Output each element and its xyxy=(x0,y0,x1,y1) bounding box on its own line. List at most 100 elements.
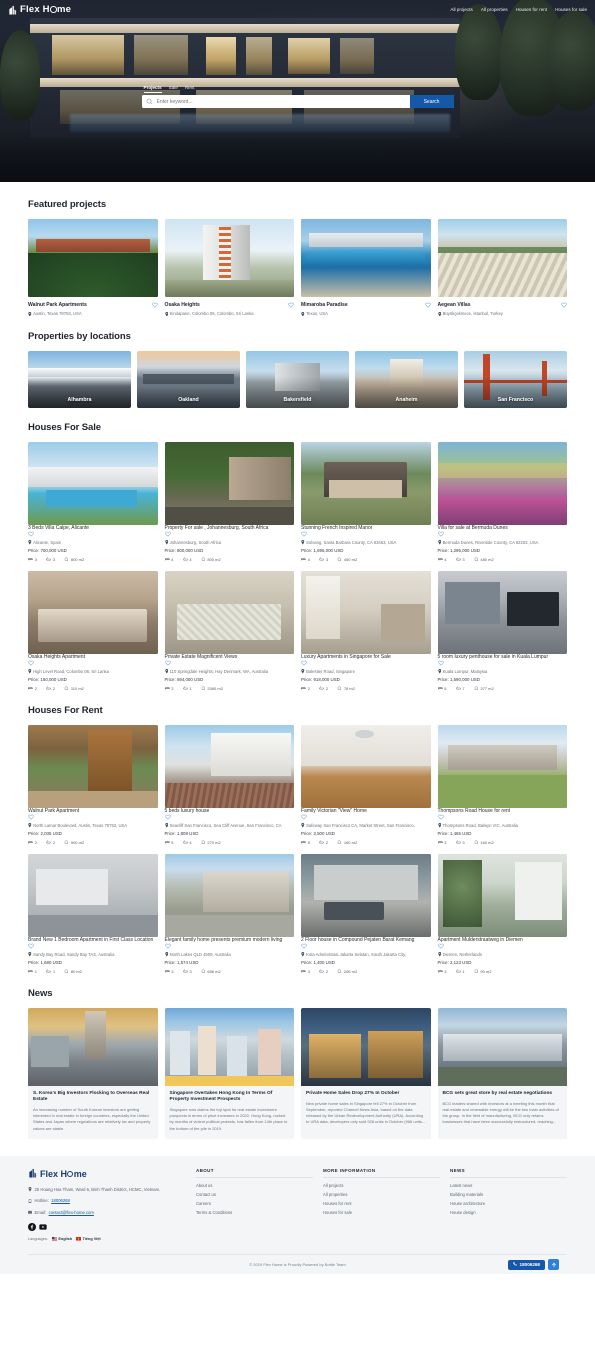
news-card-title: Singapore Overtakes Hong Kong In Terms O… xyxy=(169,1090,273,1103)
favorite-heart-icon[interactable] xyxy=(437,531,568,537)
language-vietnamese[interactable]: Tiếng Việt xyxy=(76,1237,101,1241)
favorite-heart-icon[interactable] xyxy=(164,814,295,820)
call-hotline-button[interactable]: 18006268 xyxy=(507,1259,545,1270)
project-card[interactable]: Walnut Park Apartments Austin, Texas 787… xyxy=(28,219,158,317)
search-input[interactable] xyxy=(156,95,410,108)
location-card[interactable]: Anaheim xyxy=(355,350,458,408)
house-address: Diemen, Netherlands xyxy=(437,952,568,957)
house-thumbnail xyxy=(437,724,567,808)
house-card[interactable]: Property For sale , Johannesburg, South … xyxy=(164,441,295,562)
favorite-heart-icon[interactable] xyxy=(151,302,158,308)
house-card[interactable]: Luxury Apartments in Singapore for Sale … xyxy=(301,570,431,691)
search-button[interactable]: Search xyxy=(409,95,454,108)
youtube-icon[interactable] xyxy=(39,1223,47,1231)
favorite-heart-icon[interactable] xyxy=(301,814,431,820)
house-card[interactable]: Family Victorian "View" Home Safeway San… xyxy=(301,724,431,845)
house-card[interactable]: Osaka Heights Apartment High Level Road,… xyxy=(28,570,158,691)
favorite-heart-icon[interactable] xyxy=(28,660,158,666)
footer-link-house-architecture[interactable]: House architecture xyxy=(450,1201,567,1206)
footer-link-latest-news[interactable]: Latest news xyxy=(450,1183,567,1188)
house-card[interactable]: 5 room luxury penthouse for sale in Kual… xyxy=(437,570,568,691)
location-pin-icon xyxy=(164,669,169,674)
house-address-text: Johannesburg, South Africa xyxy=(169,539,222,545)
location-card[interactable]: San Francisco xyxy=(464,350,567,408)
house-card[interactable]: Stunning French Inspired Manor Solvang, … xyxy=(301,441,431,562)
news-card[interactable]: S. Korea's Big Investors Flocking to Ove… xyxy=(28,1007,158,1139)
footer-link-all-projects[interactable]: All projects xyxy=(323,1183,440,1188)
favorite-heart-icon[interactable] xyxy=(301,531,431,537)
house-card[interactable]: Brand New 1 Bedroom Apartment in First C… xyxy=(28,853,158,974)
favorite-heart-icon[interactable] xyxy=(28,943,158,949)
tab-rent[interactable]: Rent xyxy=(185,85,195,93)
news-card[interactable]: Private Home Sales Drop 27% In October N… xyxy=(301,1007,431,1139)
favorite-heart-icon[interactable] xyxy=(437,943,568,949)
house-address: North Lamar Boulevard, Austin, Texas 787… xyxy=(28,823,158,828)
footer-link-terms[interactable]: Terms & Conditions xyxy=(196,1210,313,1215)
house-card[interactable]: Elegant family home presents premium mod… xyxy=(164,853,295,974)
location-pin-icon xyxy=(28,823,32,828)
house-card[interactable]: 2 Floor house in Compound Pejaten Barat … xyxy=(301,853,431,974)
tab-sale[interactable]: Sale xyxy=(169,85,178,93)
footer-link-about-us[interactable]: About us xyxy=(196,1183,313,1188)
language-english[interactable]: English xyxy=(51,1237,72,1241)
bath-icon xyxy=(46,686,51,690)
news-card[interactable]: Singapore Overtakes Hong Kong In Terms O… xyxy=(164,1007,294,1139)
favorite-heart-icon[interactable] xyxy=(28,814,158,820)
project-card[interactable]: Mimaroba Paradise Texas, USA xyxy=(301,219,431,317)
footer-link-house-design[interactable]: House design xyxy=(450,1210,567,1215)
news-card-title: BCG sets great store by real estate nego… xyxy=(442,1090,553,1096)
nav-houses-for-sale[interactable]: Houses for sale xyxy=(555,7,587,12)
nav-houses-for-rent[interactable]: Houses for rent xyxy=(516,7,547,12)
nav-all-projects[interactable]: All projects xyxy=(450,7,472,12)
footer-link-all-properties[interactable]: All properties xyxy=(323,1192,440,1197)
favorite-heart-icon[interactable] xyxy=(301,660,431,666)
favorite-heart-icon[interactable] xyxy=(28,531,158,537)
house-card[interactable]: Private Estate Magnificent Views 110 Spr… xyxy=(164,570,295,691)
houses-for-rent-grid-row1: Walnut Park Apartment North Lamar Boulev… xyxy=(28,724,568,845)
favorite-heart-icon[interactable] xyxy=(164,660,295,666)
favorite-heart-icon[interactable] xyxy=(437,814,568,820)
footer-link-houses-for-sale[interactable]: Houses for sale xyxy=(323,1210,440,1215)
favorite-heart-icon[interactable] xyxy=(301,943,431,949)
location-card[interactable]: Alhambra xyxy=(28,350,131,408)
bath-icon xyxy=(182,557,188,561)
search-type-tabs: Projects Sale Rent xyxy=(142,85,454,93)
house-card[interactable]: 5 beds luxury house Seacliff San Francis… xyxy=(164,724,295,845)
house-address: Alicante, Spain xyxy=(28,540,158,545)
favorite-heart-icon[interactable] xyxy=(288,302,294,308)
location-card[interactable]: Oakland xyxy=(137,350,240,408)
nav-all-properties[interactable]: All properties xyxy=(481,7,508,12)
footer-link-building-materials[interactable]: Building materials xyxy=(450,1192,567,1197)
featured-projects-grid: Walnut Park Apartments Austin, Texas 787… xyxy=(28,219,567,317)
footer-hotline-number[interactable]: 18006268 xyxy=(51,1198,70,1204)
favorite-heart-icon[interactable] xyxy=(561,302,567,308)
favorite-heart-icon[interactable] xyxy=(424,302,431,308)
house-card[interactable]: Apartment Mulderstraatweg in Diemen Diem… xyxy=(437,853,568,974)
footer-logo[interactable]: Flex Hme xyxy=(28,1168,186,1180)
location-pin-icon xyxy=(164,540,169,545)
location-card[interactable]: Bakersfield xyxy=(246,350,349,408)
house-card[interactable]: Thompsons Road House for rent Thompsons … xyxy=(437,724,568,845)
news-card[interactable]: BCG sets great store by real estate nego… xyxy=(437,1007,567,1139)
facebook-icon[interactable] xyxy=(28,1223,36,1232)
favorite-heart-icon[interactable] xyxy=(437,660,568,666)
project-card[interactable]: Osaka Heights Kirulapane, Colombo 06, Co… xyxy=(164,219,294,317)
scroll-to-top-button[interactable] xyxy=(548,1259,559,1271)
beds-stat: 4 xyxy=(164,557,174,562)
site-logo[interactable]: Flex Hme xyxy=(8,4,71,15)
footer-link-contact-us[interactable]: Contact us xyxy=(196,1192,313,1197)
favorite-heart-icon[interactable] xyxy=(164,531,295,537)
favorite-heart-icon[interactable] xyxy=(164,943,295,949)
house-card[interactable]: 3 Beds Villa Calpe, Alicante Alicante, S… xyxy=(28,441,158,562)
tab-projects[interactable]: Projects xyxy=(143,85,162,93)
project-card[interactable]: Aegean Villas Büyükçekmece, İstanbul, Tu… xyxy=(437,219,567,317)
house-card[interactable]: Villa for sale at Bermuda Dunes Bermuda … xyxy=(437,441,568,562)
footer-link-houses-for-rent[interactable]: Houses for rent xyxy=(323,1201,440,1206)
house-address-text: Balestier Road, Singapore xyxy=(306,668,355,674)
house-address: Kota Administrasi Jakarta Selatan, South… xyxy=(301,952,431,957)
footer-email-address[interactable]: contact@flex-home.com xyxy=(49,1210,94,1216)
footer-link-careers[interactable]: Careers xyxy=(196,1201,313,1206)
bed-icon xyxy=(301,687,306,690)
house-thumbnail xyxy=(28,441,158,525)
house-card[interactable]: Walnut Park Apartment North Lamar Boulev… xyxy=(28,724,158,845)
